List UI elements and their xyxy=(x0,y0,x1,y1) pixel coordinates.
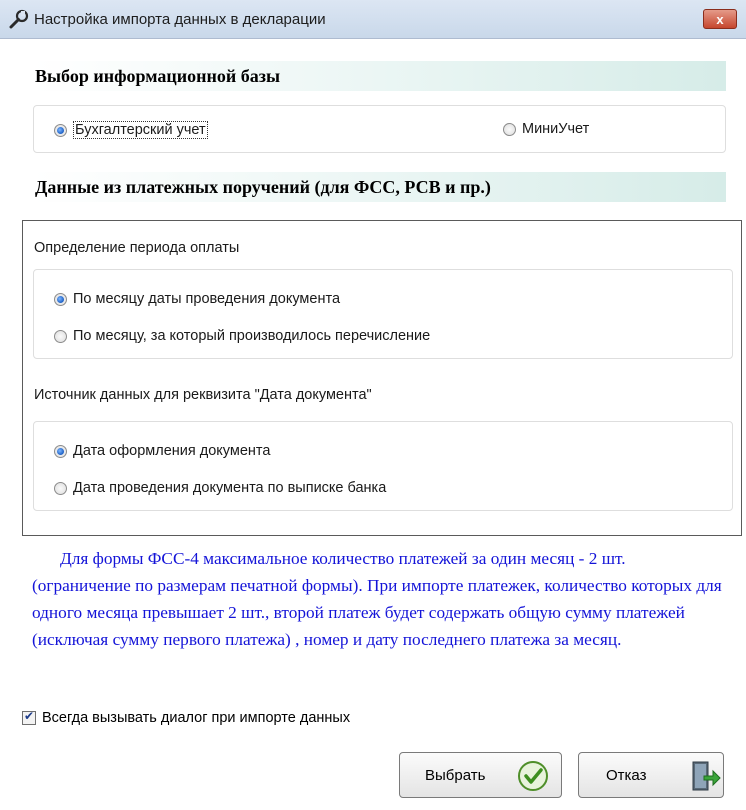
radio-period-transfer-month[interactable]: По месяцу, за который производилось пере… xyxy=(54,328,430,344)
period-group-label: Определение периода оплаты xyxy=(34,240,240,256)
radio-doc-creation-date[interactable]: Дата оформления документа xyxy=(54,443,270,459)
radio-button-icon xyxy=(54,444,67,458)
radio-button-icon xyxy=(503,122,516,136)
period-options-panel: По месяцу даты проведения документа По м… xyxy=(33,269,733,359)
checkbox-label: Всегда вызывать диалог при импорте данны… xyxy=(42,710,351,726)
checkbox-checked-icon xyxy=(22,709,36,725)
radio-bank-statement-date[interactable]: Дата проведения документа по выписке бан… xyxy=(54,480,386,496)
database-choice-panel: Бухгалтерский учет МиниУчет xyxy=(33,105,726,153)
close-button[interactable]: x xyxy=(703,9,737,29)
radio-label: Бухгалтерский учет xyxy=(73,121,208,139)
checkmark-icon xyxy=(518,761,548,791)
cancel-button-label: Отказ xyxy=(606,766,647,784)
payments-settings-panel: Определение периода оплаты По месяцу дат… xyxy=(22,220,742,536)
radio-label: Дата оформления документа xyxy=(73,443,271,459)
radio-period-posting-date[interactable]: По месяцу даты проведения документа xyxy=(54,291,340,307)
always-show-dialog-checkbox[interactable]: Всегда вызывать диалог при импорте данны… xyxy=(22,709,351,726)
radio-label: МиниУчет xyxy=(522,121,590,137)
source-options-panel: Дата оформления документа Дата проведени… xyxy=(33,421,733,511)
select-button[interactable]: Выбрать xyxy=(399,752,562,798)
radio-label: По месяцу, за который производилось пере… xyxy=(73,328,431,344)
wrench-icon xyxy=(9,9,29,29)
radio-button-icon xyxy=(54,292,67,306)
radio-accounting[interactable]: Бухгалтерский учет xyxy=(54,121,208,139)
radio-label: Дата проведения документа по выписке бан… xyxy=(73,480,387,496)
radio-miniuchet[interactable]: МиниУчет xyxy=(503,121,589,137)
window-title: Настройка импорта данных в декларации xyxy=(34,11,326,28)
section-header-database: Выбор информационной базы xyxy=(33,61,726,91)
radio-button-icon xyxy=(54,329,67,343)
section-header-payments: Данные из платежных поручений (для ФСС, … xyxy=(33,172,726,202)
radio-button-icon xyxy=(54,123,67,137)
exit-door-icon xyxy=(692,761,721,791)
radio-label: По месяцу даты проведения документа xyxy=(73,291,341,307)
cancel-button[interactable]: Отказ xyxy=(578,752,724,798)
title-bar: Настройка импорта данных в декларации x xyxy=(0,0,746,39)
radio-button-icon xyxy=(54,481,67,495)
select-button-label: Выбрать xyxy=(425,766,486,784)
source-group-label: Источник данных для реквизита "Дата доку… xyxy=(34,387,372,403)
fss4-info-note: Для формы ФСС-4 максимальное количество … xyxy=(32,549,722,649)
